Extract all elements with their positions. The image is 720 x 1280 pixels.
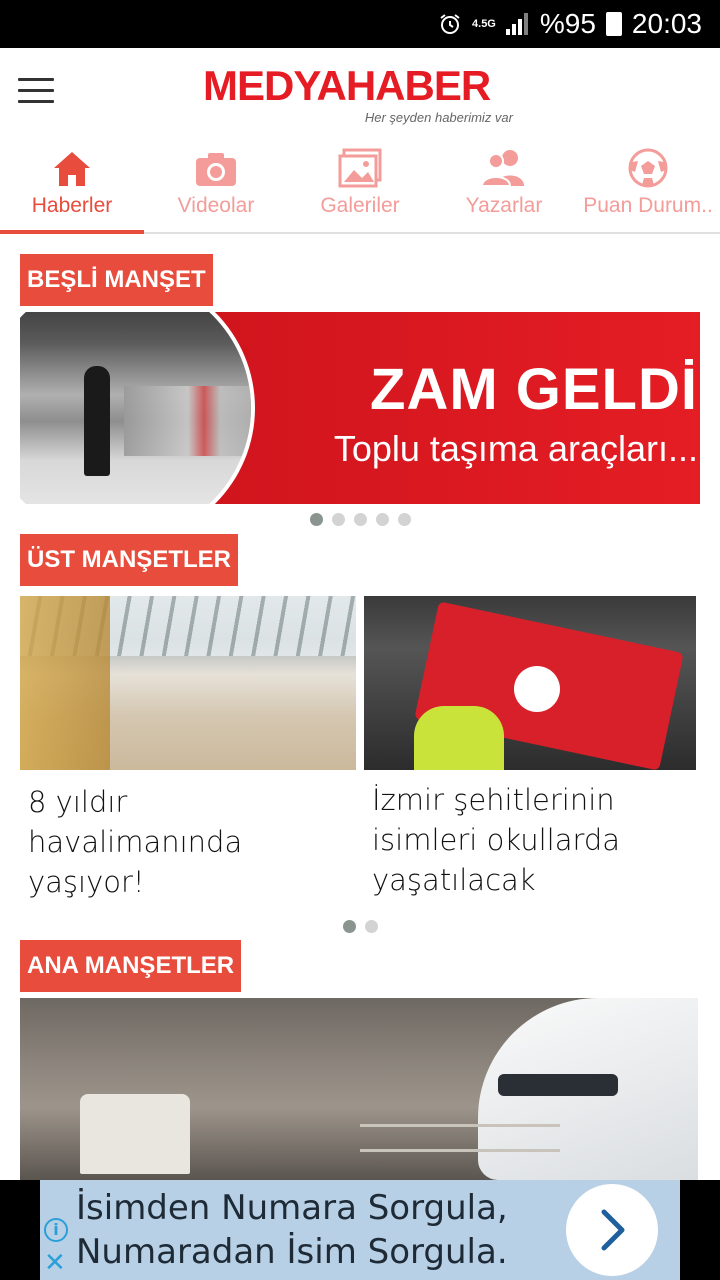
site-logo[interactable]: MEDYAHABER Her şeyden haberimiz var [203, 64, 517, 128]
battery-percent: %95 [539, 8, 596, 39]
funeral-photo [364, 596, 696, 770]
pager-dot[interactable] [398, 513, 411, 526]
ana-manset-photo[interactable] [20, 998, 698, 1180]
ad-info-icon[interactable]: i [44, 1218, 68, 1242]
category-tabs: Haberler Videolar Galeriler Yazarlar Pua… [0, 136, 720, 234]
hamburger-menu-icon[interactable] [18, 78, 54, 106]
news-card[interactable]: İzmir şehitlerinin isimleri okullarda ya… [364, 596, 696, 906]
clock: 20:03 [631, 8, 702, 39]
news-card-title: İzmir şehitlerinin isimleri okullarda ya… [372, 783, 621, 897]
ad-content[interactable]: i ✕ İsimden Numara Sorgula, Numaradan İs… [40, 1180, 680, 1280]
football-icon [628, 148, 668, 188]
tab-videolar[interactable]: Videolar [144, 136, 288, 232]
signal-icon [505, 13, 530, 35]
pager-dot[interactable] [354, 513, 367, 526]
tab-galeriler[interactable]: Galeriler [288, 136, 432, 232]
slide-subtitle: Toplu taşıma araçları... [333, 428, 698, 469]
pager-dot[interactable] [343, 920, 356, 933]
network-type: 4.5G [472, 17, 496, 30]
ad-banner: i ✕ İsimden Numara Sorgula, Numaradan İs… [0, 1180, 720, 1280]
status-bar: 4.5G %95 20:03 [0, 0, 720, 48]
news-card[interactable]: 8 yıldır havalimanında yaşıyor! [20, 596, 356, 906]
pager-dot[interactable] [376, 513, 389, 526]
section-title-ust-mansetler: ÜST MANŞETLER [20, 534, 238, 586]
section-title-ana-mansetler: ANA MANŞETLER [20, 940, 242, 992]
battery-icon [605, 12, 622, 36]
section-title-besli-manset: BEŞLİ MANŞET [20, 254, 213, 306]
tab-puan-durumu[interactable]: Puan Durum.. [576, 136, 720, 232]
ust-pager-dots [343, 920, 378, 933]
tab-yazarlar[interactable]: Yazarlar [432, 136, 576, 232]
alarm-icon [440, 14, 460, 34]
gallery-icon [338, 148, 382, 188]
logo-tagline: Her şeyden haberimiz var [364, 110, 513, 125]
ad-close-icon[interactable]: ✕ [44, 1250, 66, 1276]
besli-manset-slide[interactable]: ZAM GELDİ Toplu taşıma araçları... [20, 312, 700, 504]
chevron-right-icon[interactable] [566, 1184, 658, 1276]
ad-text: İsimden Numara Sorgula, Numaradan İsim S… [76, 1188, 508, 1272]
camera-icon [196, 153, 236, 186]
pager-dot[interactable] [365, 920, 378, 933]
app-bar: MEDYAHABER Her şeyden haberimiz var [0, 48, 720, 136]
slide-headline: ZAM GELDİ [370, 357, 698, 422]
home-icon [54, 152, 90, 186]
pager-dot[interactable] [332, 513, 345, 526]
airport-photo [20, 596, 356, 770]
metro-photo [20, 312, 255, 504]
besli-pager-dots [310, 513, 411, 526]
users-icon [482, 150, 524, 187]
pager-dot[interactable] [310, 513, 323, 526]
tab-haberler[interactable]: Haberler [0, 136, 144, 234]
news-card-title: 8 yıldır havalimanında yaşıyor! [28, 785, 243, 899]
